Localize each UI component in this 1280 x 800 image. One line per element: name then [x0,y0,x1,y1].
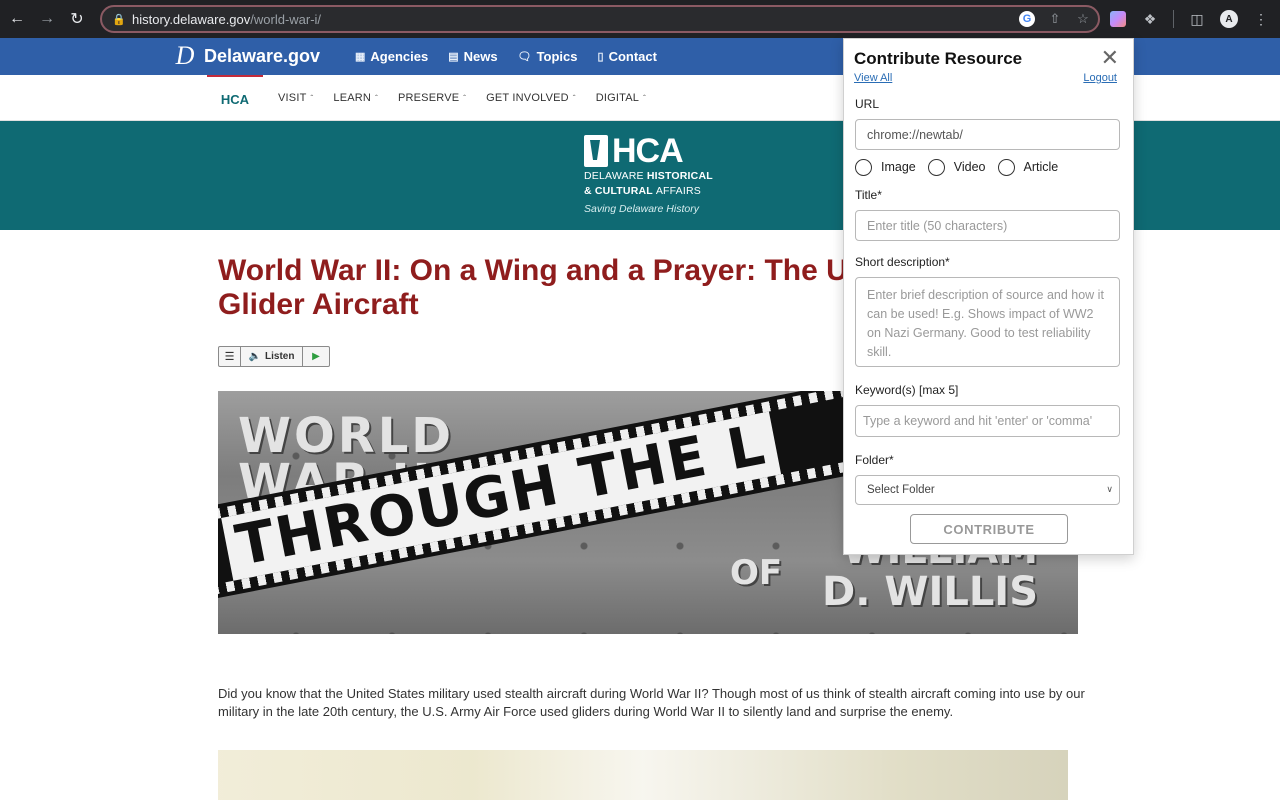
play-icon[interactable]: ▶ [303,347,329,366]
radio-circle [997,158,1015,176]
title-label: Title* [855,188,882,202]
listen-label: Listen [265,351,295,362]
radio-image[interactable]: Image [855,158,916,176]
chevron-down-icon: ˆ [643,93,646,103]
radio-label: Video [953,160,986,174]
hca-brand-logo[interactable]: HCA DELAWARE HISTORICAL & CULTURAL AFFAI… [584,134,714,215]
menu-label: GET INVOLVED [486,92,569,104]
url-label: URL [855,97,880,111]
keywords-input[interactable]: Type a keyword and hit 'enter' or 'comma… [855,405,1120,437]
modal-title: Contribute Resource [854,49,1023,68]
chevron-down-icon: ˆ [375,93,378,103]
chevron-down-icon: ˆ [463,93,467,103]
phone-icon: ▯ [597,51,604,63]
reload-icon[interactable]: ↻ [62,0,92,38]
menu-get-involved[interactable]: GET INVOLVED ˆ [486,92,576,104]
chevron-down-icon: ˆ [310,93,314,103]
menu-label: PRESERVE [397,92,460,104]
puzzle-extensions-icon[interactable]: ❖ [1141,10,1159,28]
share-icon[interactable]: ⇧ [1046,10,1064,28]
title-input[interactable]: Enter title (50 characters) [855,210,1120,241]
contribute-button[interactable]: CONTRIBUTE [910,514,1068,544]
side-panel-icon[interactable]: ◫ [1188,10,1206,28]
folder-label: Folder* [855,453,894,467]
delaware-mark-icon: D [175,40,195,70]
radio-article[interactable]: Article [997,158,1059,176]
url-path: /world-war-i/ [250,11,322,27]
address-bar[interactable]: 🔒 history.delaware.gov/world-war-i/ G ⇧ … [100,5,1100,33]
menu-digital[interactable]: DIGITAL ˆ [596,92,646,104]
toolbar-divider [1173,10,1174,28]
radio-label: Article [1023,160,1059,174]
profile-avatar[interactable]: A [1220,10,1238,28]
back-arrow-icon[interactable]: ← [2,0,32,38]
radio-label: Image [881,160,916,174]
nav-link-news[interactable]: ▤ News [448,49,497,64]
radio-circle [927,158,945,176]
bookmark-star-icon[interactable]: ☆ [1074,10,1092,28]
hca-letters: HCA [612,132,684,170]
keywords-label: Keyword(s) [max 5] [855,383,959,397]
nav-link-label: News [463,49,498,64]
folder-select[interactable]: Select Folder ∨ [855,475,1120,505]
speaker-icon: 🔈 [248,351,261,362]
kebab-menu-icon[interactable]: ⋮ [1252,10,1270,28]
hca-home-tab[interactable]: HCA [207,75,263,121]
hca-line1: DELAWARE HISTORICAL [584,170,713,182]
folder-select-value: Select Folder [867,484,935,496]
delaware-logo-text: Delaware.gov [204,46,321,66]
close-icon[interactable]: ✕ [1101,47,1119,69]
page-title: World War II: On a Wing and a Prayer: Th… [218,254,858,322]
radio-circle [855,158,872,176]
hca-home-label: HCA [220,91,250,107]
menu-preserve[interactable]: PRESERVE ˆ [398,92,466,104]
chat-bubbles-icon: 🗨 [517,51,532,63]
listen-button[interactable]: 🔈 Listen [241,347,303,366]
delaware-logo[interactable]: D Delaware.gov [170,38,320,75]
description-label: Short description* [855,255,950,269]
listen-widget: ☰ 🔈 Listen ▶ [218,346,330,367]
building-icon: ▦ [355,51,366,63]
lock-icon: 🔒 [112,13,126,26]
forward-arrow-icon[interactable]: → [32,0,62,38]
contribute-resource-panel: Contribute Resource ✕ View All Logout UR… [843,38,1134,555]
menu-label: VISIT [278,92,307,104]
chevron-down-icon: ˆ [572,93,576,103]
radio-video[interactable]: Video [927,158,986,176]
resource-type-group: Image Video Article [855,157,1058,177]
article-paragraph: Did you know that the United States mili… [218,686,1085,719]
menu-visit[interactable]: VISIT ˆ [278,92,313,104]
hca-line2: & CULTURAL AFFAIRS [584,185,701,197]
title-line1: World War II: On a Wing and a Prayer: Th… [218,254,848,287]
description-textarea[interactable]: Enter brief description of source and ho… [855,277,1120,367]
hca-tagline: Saving Delaware History [584,203,699,215]
nav-link-label: Topics [536,49,578,64]
google-icon[interactable]: G [1018,10,1036,28]
hero-of: OF [730,553,783,593]
logout-link[interactable]: Logout [1083,72,1117,84]
article-photo [218,750,1068,800]
title-line2: Glider Aircraft [218,288,419,321]
menu-label: DIGITAL [595,92,640,104]
nav-link-topics[interactable]: 🗨 Topics [518,49,578,64]
chevron-down-icon: ∨ [1106,484,1113,494]
nav-link-label: Contact [608,49,657,64]
browser-toolbar: ← → ↻ 🔒 history.delaware.gov/world-war-i… [0,0,1280,38]
url-host: history.delaware.gov [132,11,251,27]
extension-app-icon[interactable] [1109,10,1127,28]
nav-link-label: Agencies [370,49,429,64]
nav-link-contact[interactable]: ▯ Contact [598,49,657,64]
menu-learn[interactable]: LEARN ˆ [333,92,378,104]
nav-link-agencies[interactable]: ▦ Agencies [355,49,428,64]
menu-label: LEARN [333,92,372,104]
view-all-link[interactable]: View All [854,72,892,84]
newspaper-icon: ▤ [448,51,459,63]
url-input[interactable]: chrome://newtab/ [855,119,1120,150]
hamburger-menu-icon[interactable]: ☰ [219,347,241,366]
hca-emblem-icon [584,135,608,167]
